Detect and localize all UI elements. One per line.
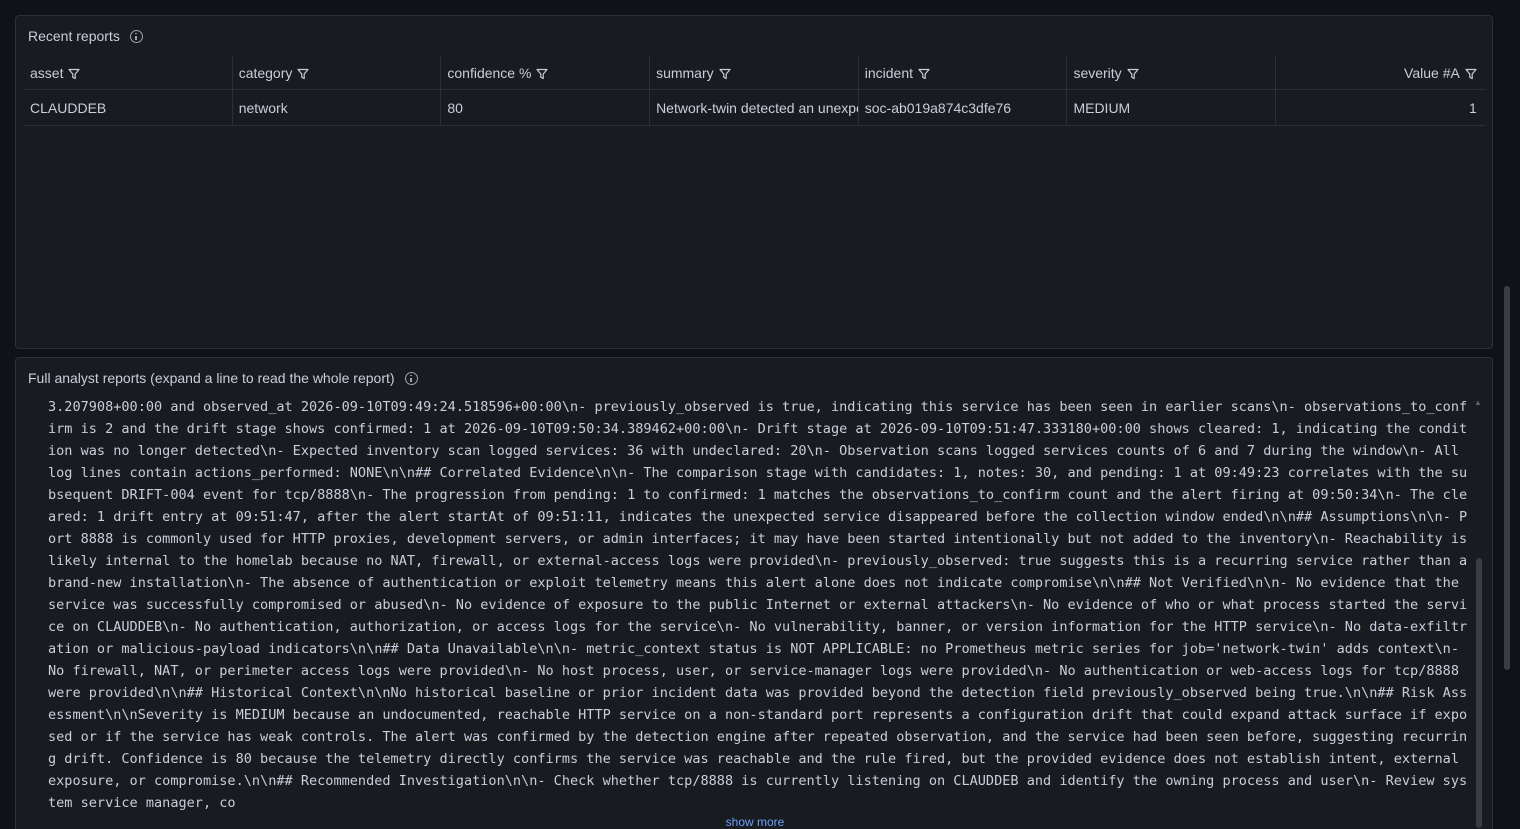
- column-header-asset[interactable]: asset: [24, 56, 233, 89]
- info-icon[interactable]: [404, 371, 418, 385]
- column-header-value-a[interactable]: Value #A: [1276, 56, 1485, 89]
- report-scrollbar[interactable]: [1476, 558, 1482, 828]
- filter-icon[interactable]: [68, 67, 81, 79]
- filter-icon[interactable]: [918, 67, 930, 79]
- table-cell: soc-ab019a874c3dfe76: [859, 90, 1068, 125]
- dashboard-page: Recent reports asset category confidence %…: [0, 0, 1520, 829]
- column-header-label: category: [238, 64, 293, 81]
- table-cell: MEDIUM: [1067, 90, 1277, 125]
- table-cell: CLAUDDEB: [24, 90, 233, 125]
- column-header-label: asset: [30, 64, 64, 81]
- table-body: CLAUDDEB network 80 Network-twin detected a…: [24, 90, 1485, 126]
- report-text: 3.207908+00:00 and observed_at 2026-09-1…: [48, 399, 1468, 810]
- recent-reports-title: Recent reports: [28, 28, 120, 44]
- panel-title: Recent reports: [28, 28, 143, 44]
- table-cell: 80: [441, 90, 651, 125]
- panel-title: Full analyst reports (expand a line to r…: [28, 370, 418, 386]
- table-cell: 1: [1469, 99, 1477, 116]
- full-reports-title: Full analyst reports (expand a line to r…: [28, 370, 395, 386]
- filter-icon[interactable]: [1127, 67, 1139, 79]
- column-header-confidence[interactable]: confidence %: [441, 56, 651, 89]
- column-header-label: Value #A: [1404, 64, 1460, 81]
- filter-icon[interactable]: [1465, 67, 1477, 79]
- table-cell: network: [233, 90, 442, 125]
- column-header-label: summary: [656, 64, 714, 81]
- recent-reports-panel: Recent reports asset category confidence %…: [15, 15, 1493, 349]
- full-reports-panel: Full analyst reports (expand a line to r…: [15, 357, 1493, 829]
- page-scrollbar[interactable]: [1504, 14, 1510, 829]
- scroll-up-icon[interactable]: ▲: [1474, 398, 1482, 407]
- column-header-summary[interactable]: summary: [650, 56, 859, 89]
- table-row[interactable]: CLAUDDEB network 80 Network-twin detected a…: [24, 90, 1485, 126]
- filter-icon[interactable]: [297, 67, 309, 79]
- column-header-severity[interactable]: severity: [1067, 56, 1277, 89]
- column-header-label: severity: [1073, 64, 1122, 81]
- table-header: asset category confidence % summary incident…: [24, 56, 1485, 90]
- show-more-link[interactable]: show more: [16, 815, 1492, 829]
- info-icon[interactable]: [129, 29, 143, 43]
- filter-icon[interactable]: [536, 67, 549, 79]
- recent-reports-table: asset category confidence % summary incident…: [24, 56, 1485, 126]
- top-strip: [0, 0, 1520, 14]
- column-header-incident[interactable]: incident: [859, 56, 1068, 89]
- filter-icon[interactable]: [719, 67, 731, 79]
- page-scrollbar-thumb[interactable]: [1504, 286, 1510, 670]
- column-header-label: incident: [864, 64, 914, 81]
- table-cell: Network-twin detected an unexpected HTTP…: [650, 90, 859, 125]
- column-header-label: confidence %: [447, 64, 532, 81]
- report-text-area[interactable]: 3.207908+00:00 and observed_at 2026-09-1…: [48, 396, 1468, 810]
- column-header-category[interactable]: category: [233, 56, 442, 89]
